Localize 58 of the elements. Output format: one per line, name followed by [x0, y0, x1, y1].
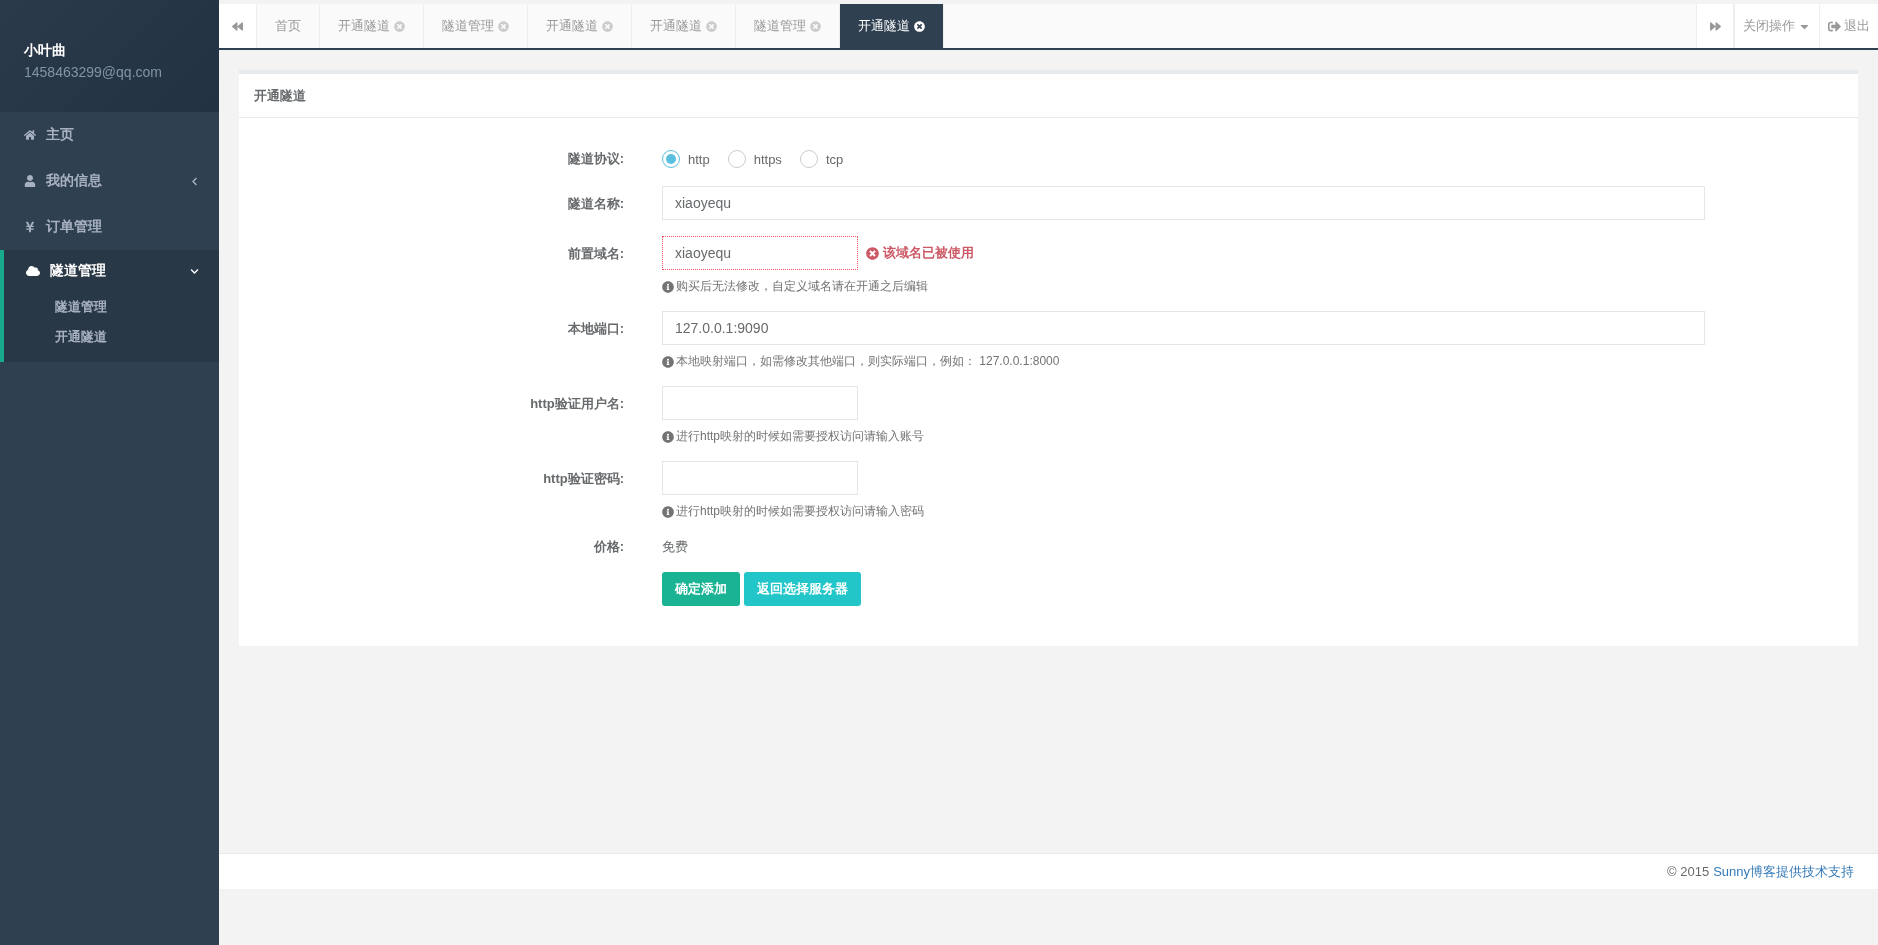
- logout-icon: [1828, 19, 1841, 33]
- page-tab[interactable]: 开通隧道: [320, 4, 424, 48]
- page-tab[interactable]: 首页: [257, 4, 320, 48]
- close-actions-dropdown[interactable]: 关闭操作: [1734, 4, 1819, 48]
- sidebar-item[interactable]: 隧道管理: [4, 250, 219, 292]
- page-tab[interactable]: 开通隧道: [632, 4, 736, 48]
- info-icon: [662, 430, 674, 443]
- info-icon: [662, 505, 674, 518]
- help-text: 本地映射端口，如需修改其他端口，则实际端口，例如： 127.0.0.1:8000: [662, 353, 1705, 370]
- copyright-text: © 2015: [1667, 864, 1710, 879]
- input-field[interactable]: [662, 461, 858, 495]
- page-tab[interactable]: 开通隧道: [840, 4, 944, 48]
- help-text: 购买后无法修改，自定义域名请在开通之后编辑: [662, 278, 1705, 295]
- user-icon: [24, 175, 36, 187]
- double-right-icon: [1709, 20, 1721, 32]
- sidebar-item[interactable]: 我的信息: [0, 158, 219, 204]
- input-field[interactable]: xiaoyequ: [662, 186, 1705, 220]
- cloud-icon: [26, 264, 40, 278]
- page-tab[interactable]: 隧道管理: [424, 4, 528, 48]
- input-field[interactable]: [662, 386, 858, 420]
- chevron-down-icon: [190, 266, 199, 276]
- scroll-right-button[interactable]: [1696, 4, 1734, 48]
- field-label: 本地端口:: [566, 320, 624, 338]
- chevron-left-icon: [190, 176, 199, 186]
- form-button[interactable]: 确定添加: [662, 572, 740, 606]
- field-label: http验证用户名:: [529, 395, 624, 413]
- field-label: http验证密码:: [542, 470, 624, 488]
- yen-icon: [24, 221, 36, 233]
- field-label: 隧道名称:: [566, 195, 624, 213]
- error-icon: [866, 246, 879, 260]
- field-label: 前置域名:: [566, 245, 624, 263]
- info-icon: [662, 355, 674, 368]
- radio-label: https: [753, 151, 782, 167]
- scroll-left-button[interactable]: [219, 4, 257, 48]
- user-email: 1458463299@qq.com: [24, 64, 162, 80]
- price-value: 免费: [662, 538, 689, 556]
- user-name: 小叶曲: [24, 42, 66, 60]
- sidebar-item[interactable]: 主页: [0, 112, 219, 158]
- radio-label: tcp: [825, 151, 844, 167]
- input-field[interactable]: xiaoyequ: [662, 236, 858, 270]
- field-label: 价格:: [592, 538, 624, 556]
- help-text: 进行http映射的时候如需要授权访问请输入密码: [662, 503, 1705, 520]
- info-icon: [662, 280, 674, 293]
- support-link[interactable]: Sunny博客提供技术支持: [1713, 862, 1854, 881]
- page-tab[interactable]: 开通隧道: [528, 4, 632, 48]
- panel-title: 开通隧道: [254, 86, 306, 105]
- home-icon: [24, 129, 36, 141]
- logout-button[interactable]: 退出: [1819, 4, 1878, 48]
- sidebar-item[interactable]: 订单管理: [0, 204, 219, 250]
- close-icon[interactable]: [914, 20, 925, 32]
- sidebar-subitem[interactable]: 开通隧道: [4, 322, 219, 352]
- field-label: 隧道协议:: [566, 150, 624, 168]
- error-message: 该域名已被使用: [866, 244, 974, 262]
- help-text: 进行http映射的时候如需要授权访问请输入账号: [662, 428, 1705, 445]
- double-left-icon: [232, 20, 243, 32]
- radio-label: http: [688, 151, 710, 167]
- input-field[interactable]: 127.0.0.1:9090: [662, 311, 1705, 345]
- sidebar-subitem[interactable]: 隧道管理: [4, 292, 219, 322]
